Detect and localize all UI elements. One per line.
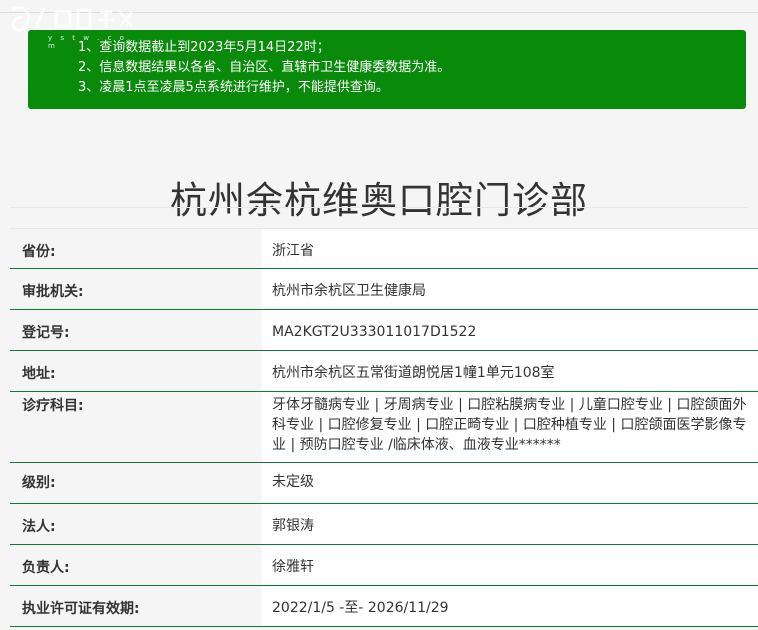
table-row-legal-person: 法人: 郭银涛 <box>10 504 758 545</box>
top-divider <box>0 12 758 13</box>
row-value: 浙江省 <box>262 229 758 268</box>
clinic-info-table: 省份: 浙江省 审批机关: 杭州市余杭区卫生健康局 登记号: MA2KGT2U3… <box>10 228 758 627</box>
row-label: 地址: <box>10 351 262 391</box>
row-value: 未定级 <box>262 463 758 503</box>
notice-banner: 1、查询数据截止到2023年5月14日22时； 2、信息数据结果以各省、自治区、… <box>28 30 746 109</box>
row-value: 杭州市余杭区五常街道朗悦居1幢1单元108室 <box>262 351 758 391</box>
page-title: 杭州余杭维奥口腔门诊部 <box>170 178 588 222</box>
row-value: 牙体牙髓病专业 | 牙周病专业 | 口腔粘膜病专业 | 儿童口腔专业 | 口腔颌… <box>262 392 758 462</box>
table-row-registration: 登记号: MA2KGT2U333011017D1522 <box>10 310 758 351</box>
page: y s t w . c o m 1、查询数据截止到2023年5月14日22时； … <box>0 0 758 630</box>
row-label: 省份: <box>10 229 262 268</box>
table-row-license-validity: 执业许可证有效期: 2022/1/5 -至- 2026/11/29 <box>10 586 758 627</box>
row-value: 2022/1/5 -至- 2026/11/29 <box>262 586 758 626</box>
row-value: 郭银涛 <box>262 504 758 544</box>
table-row-province: 省份: 浙江省 <box>10 228 758 269</box>
notice-line-1: 1、查询数据截止到2023年5月14日22时； <box>78 40 330 55</box>
row-value: 徐雅轩 <box>262 545 758 585</box>
row-label: 法人: <box>10 504 262 544</box>
title-divider <box>10 207 748 208</box>
table-row-principal: 负责人: 徐雅轩 <box>10 545 758 586</box>
row-value: MA2KGT2U333011017D1522 <box>262 310 758 350</box>
table-row-authority: 审批机关: 杭州市余杭区卫生健康局 <box>10 269 758 310</box>
row-label: 级别: <box>10 463 262 503</box>
table-row-departments: 诊疗科目: 牙体牙髓病专业 | 牙周病专业 | 口腔粘膜病专业 | 儿童口腔专业… <box>10 392 758 463</box>
row-label: 登记号: <box>10 310 262 350</box>
row-label: 负责人: <box>10 545 262 585</box>
notice-line-3: 3、凌晨1点至凌晨5点系统进行维护，不能提供查询。 <box>78 80 389 95</box>
table-row-address: 地址: 杭州市余杭区五常街道朗悦居1幢1单元108室 <box>10 351 758 392</box>
row-value: 杭州市余杭区卫生健康局 <box>262 269 758 309</box>
row-label: 执业许可证有效期: <box>10 586 262 626</box>
row-label: 审批机关: <box>10 269 262 309</box>
row-label: 诊疗科目: <box>10 392 262 462</box>
notice-line-2: 2、信息数据结果以各省、自治区、直辖市卫生健康委数据为准。 <box>78 60 451 75</box>
table-row-level: 级别: 未定级 <box>10 463 758 504</box>
